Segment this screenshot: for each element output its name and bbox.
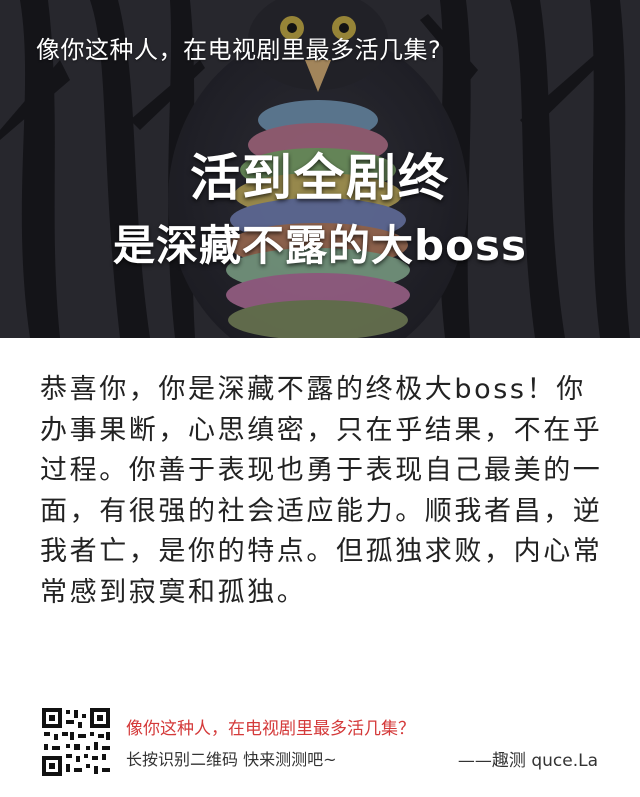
result-title: 活到全剧终 [190,149,450,207]
result-subtitle: 是深藏不露的大boss [113,221,527,270]
result-description: 恭喜你，你是深藏不露的终极大boss！你办事果断，心思缜密，只在乎结果，不在乎过… [40,374,603,608]
qr-code-icon[interactable] [40,706,112,778]
share-footer: 像你这种人，在电视剧里最多活几集？ 长按识别二维码 快来测测吧~ ——趣测 qu… [0,700,640,797]
footer-question: 像你这种人，在电视剧里最多活几集？ [126,719,415,739]
scan-hint: 长按识别二维码 快来测测吧~ [126,750,337,769]
hero-question: 像你这种人，在电视剧里最多活几集? [36,36,442,64]
result-page: 像你这种人，在电视剧里最多活几集? 活到全剧终 是深藏不露的大boss 恭喜你，… [0,0,640,797]
brand-signature[interactable]: ——趣测 quce.La [458,746,598,771]
hero-banner: 像你这种人，在电视剧里最多活几集? 活到全剧终 是深藏不露的大boss [0,0,640,338]
